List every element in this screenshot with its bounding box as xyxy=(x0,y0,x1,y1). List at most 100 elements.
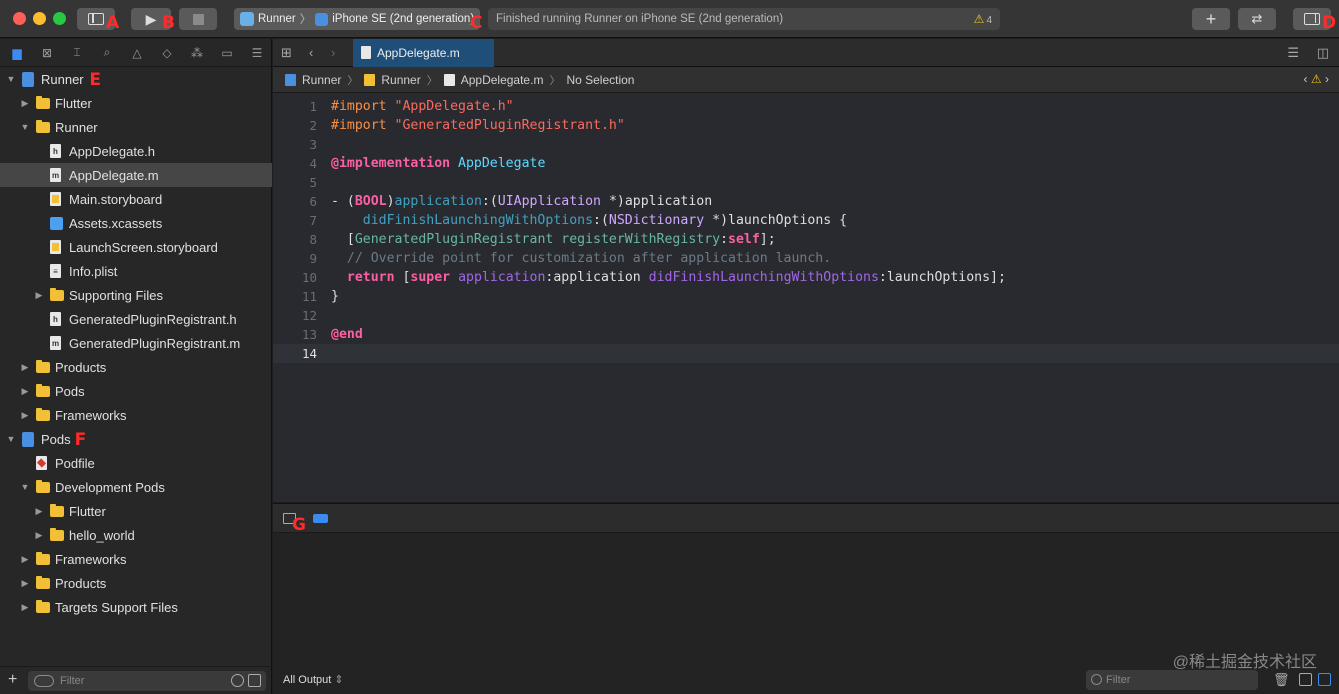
output-selector[interactable]: All Output ⇕ xyxy=(283,673,344,686)
folder-icon[interactable]: ▆ xyxy=(8,46,26,60)
tree-row[interactable]: ▶ Supporting Files xyxy=(0,283,272,307)
close-window-button[interactable] xyxy=(13,12,26,25)
trash-icon[interactable]: 🗑 xyxy=(1273,672,1290,688)
disclosure-closed-icon[interactable]: ▶ xyxy=(20,578,30,589)
breakpoint-icon[interactable]: ▭ xyxy=(218,46,236,60)
tree-row[interactable]: ≡ Info.plist xyxy=(0,259,272,283)
editor-options-icon[interactable]: ☰ xyxy=(1287,45,1299,61)
issue-navigation[interactable]: ‹ ⚠ › xyxy=(1304,72,1329,86)
disclosure-closed-icon[interactable]: ▶ xyxy=(34,506,44,517)
console-view-toggle-icon[interactable] xyxy=(1318,673,1331,686)
tree-row[interactable]: Main.storyboard xyxy=(0,187,272,211)
disclosure-closed-icon[interactable]: ▶ xyxy=(20,362,30,373)
chevron-left-icon[interactable]: ‹ xyxy=(1304,72,1308,86)
code-token: @end xyxy=(331,327,363,342)
code-line[interactable]: 7 didFinishLaunchingWithOptions:(NSDicti… xyxy=(273,211,1339,230)
tree-row[interactable]: ▶ Targets Support Files xyxy=(0,595,272,619)
add-file-icon[interactable]: + xyxy=(8,671,17,689)
code-line[interactable]: 2 #import "GeneratedPluginRegistrant.h" xyxy=(273,116,1339,135)
tree-row[interactable]: ▶ Products xyxy=(0,355,272,379)
jump-bar-item-file[interactable]: AppDelegate.m xyxy=(461,73,544,87)
code-line[interactable]: 12 xyxy=(273,306,1339,325)
code-line[interactable]: 3 xyxy=(273,135,1339,154)
code-line[interactable]: 5 xyxy=(273,173,1339,192)
back-icon[interactable]: ‹ xyxy=(309,45,313,60)
test-icon[interactable]: ◇ xyxy=(158,46,176,60)
console-filter-input[interactable]: Filter xyxy=(1086,670,1258,690)
code-line[interactable]: 11} xyxy=(273,287,1339,306)
code-line[interactable]: 1 #import "AppDelegate.h" xyxy=(273,97,1339,116)
tree-row[interactable]: Podfile xyxy=(0,451,272,475)
code-line[interactable]: 6 - (BOOL)application:(UIApplication *)ap… xyxy=(273,192,1339,211)
tree-row-label: Runner xyxy=(41,71,84,87)
navigator-filter-input[interactable]: Filter xyxy=(28,671,266,691)
tree-row[interactable]: ▶ Frameworks xyxy=(0,403,272,427)
tree-row[interactable]: h AppDelegate.h xyxy=(0,139,272,163)
disclosure-closed-icon[interactable]: ▶ xyxy=(20,386,30,397)
tree-row[interactable]: m GeneratedPluginRegistrant.m xyxy=(0,331,272,355)
scheme-project-label: Runner xyxy=(258,13,296,25)
tree-row[interactable]: ▼ Development Pods xyxy=(0,475,272,499)
disclosure-open-icon[interactable]: ▼ xyxy=(6,434,16,444)
source-file-icon xyxy=(361,46,371,59)
variables-view-toggle-icon[interactable] xyxy=(1299,673,1312,686)
disclosure-closed-icon[interactable]: ▶ xyxy=(20,410,30,421)
code-line[interactable]: 8 [GeneratedPluginRegistrant registerWit… xyxy=(273,230,1339,249)
split-editor-icon[interactable]: ◫ xyxy=(1317,45,1329,61)
code-line[interactable]: 4 @implementation AppDelegate xyxy=(273,154,1339,173)
jump-bar-item-project[interactable]: Runner xyxy=(302,73,341,87)
tree-row[interactable]: ▼ Runner E xyxy=(0,67,272,91)
tree-row[interactable]: m AppDelegate.m xyxy=(0,163,272,187)
tree-row[interactable]: h GeneratedPluginRegistrant.h xyxy=(0,307,272,331)
minimize-window-button[interactable] xyxy=(33,12,46,25)
jump-bar-item-group[interactable]: Runner xyxy=(381,73,420,87)
disclosure-open-icon[interactable]: ▼ xyxy=(20,482,30,492)
tree-row[interactable]: ▶ Frameworks xyxy=(0,547,272,571)
recent-files-icon[interactable] xyxy=(231,674,244,687)
chevron-right-icon[interactable]: › xyxy=(1325,72,1329,86)
disclosure-closed-icon[interactable]: ▶ xyxy=(20,602,30,613)
code-line[interactable]: 9 // Override point for customization af… xyxy=(273,249,1339,268)
line-number: 4 xyxy=(309,156,317,171)
tree-row[interactable]: ▶ Flutter xyxy=(0,91,272,115)
source-control-icon[interactable]: ⊠ xyxy=(38,46,56,60)
code-review-button[interactable]: ⇄ xyxy=(1238,8,1276,30)
tree-row[interactable]: ▶ Products xyxy=(0,571,272,595)
stop-button[interactable] xyxy=(179,8,217,30)
activity-viewer[interactable]: Finished running Runner on iPhone SE (2n… xyxy=(488,8,1000,30)
report-icon[interactable]: ☰ xyxy=(248,46,266,60)
library-button[interactable]: + xyxy=(1192,8,1230,30)
disclosure-closed-icon[interactable]: ▶ xyxy=(20,98,30,109)
disclosure-open-icon[interactable]: ▼ xyxy=(6,74,16,84)
tree-row[interactable]: Assets.xcassets xyxy=(0,211,272,235)
tree-row[interactable]: ▶ Flutter xyxy=(0,499,272,523)
tree-row[interactable]: LaunchScreen.storyboard xyxy=(0,235,272,259)
disclosure-closed-icon[interactable]: ▶ xyxy=(20,554,30,565)
window-toolbar: A ▶ B Runner 〉 iPhone SE (2nd generation… xyxy=(0,0,1339,38)
scheme-selector[interactable]: Runner 〉 iPhone SE (2nd generation) xyxy=(234,8,480,30)
disclosure-open-icon[interactable]: ▼ xyxy=(20,122,30,132)
code-line[interactable]: 10 return [super application:application… xyxy=(273,268,1339,287)
tab-appdelegate-m[interactable]: AppDelegate.m xyxy=(353,39,494,67)
breakpoints-toggle-icon[interactable] xyxy=(313,514,328,523)
disclosure-closed-icon[interactable]: ▶ xyxy=(34,290,44,301)
tree-row[interactable]: ▼ Runner xyxy=(0,115,272,139)
warning-badge[interactable]: ⚠ 4 xyxy=(974,12,992,26)
tree-row[interactable]: ▼ Pods F xyxy=(0,427,272,451)
related-items-icon[interactable]: ⊞ xyxy=(281,45,292,61)
jump-bar-item-symbol[interactable]: No Selection xyxy=(566,73,634,87)
zoom-window-button[interactable] xyxy=(53,12,66,25)
symbol-icon[interactable]: ⌶ xyxy=(68,45,86,60)
search-icon[interactable]: ⌕ xyxy=(98,45,116,60)
code-line[interactable]: 14 xyxy=(273,344,1339,363)
source-control-filter-icon[interactable] xyxy=(248,674,261,687)
issue-icon[interactable]: △ xyxy=(128,46,146,60)
disclosure-closed-icon[interactable]: ▶ xyxy=(34,530,44,541)
tree-row[interactable]: ▶ hello_world xyxy=(0,523,272,547)
debug-icon[interactable]: ⁂ xyxy=(188,46,206,60)
code-area[interactable]: 1 #import "AppDelegate.h" 2 #import "Genera… xyxy=(273,97,1339,363)
code-line[interactable]: 13 @end xyxy=(273,325,1339,344)
tree-row-label: Info.plist xyxy=(69,263,118,279)
forward-icon[interactable]: › xyxy=(331,45,335,60)
tree-row[interactable]: ▶ Pods xyxy=(0,379,272,403)
